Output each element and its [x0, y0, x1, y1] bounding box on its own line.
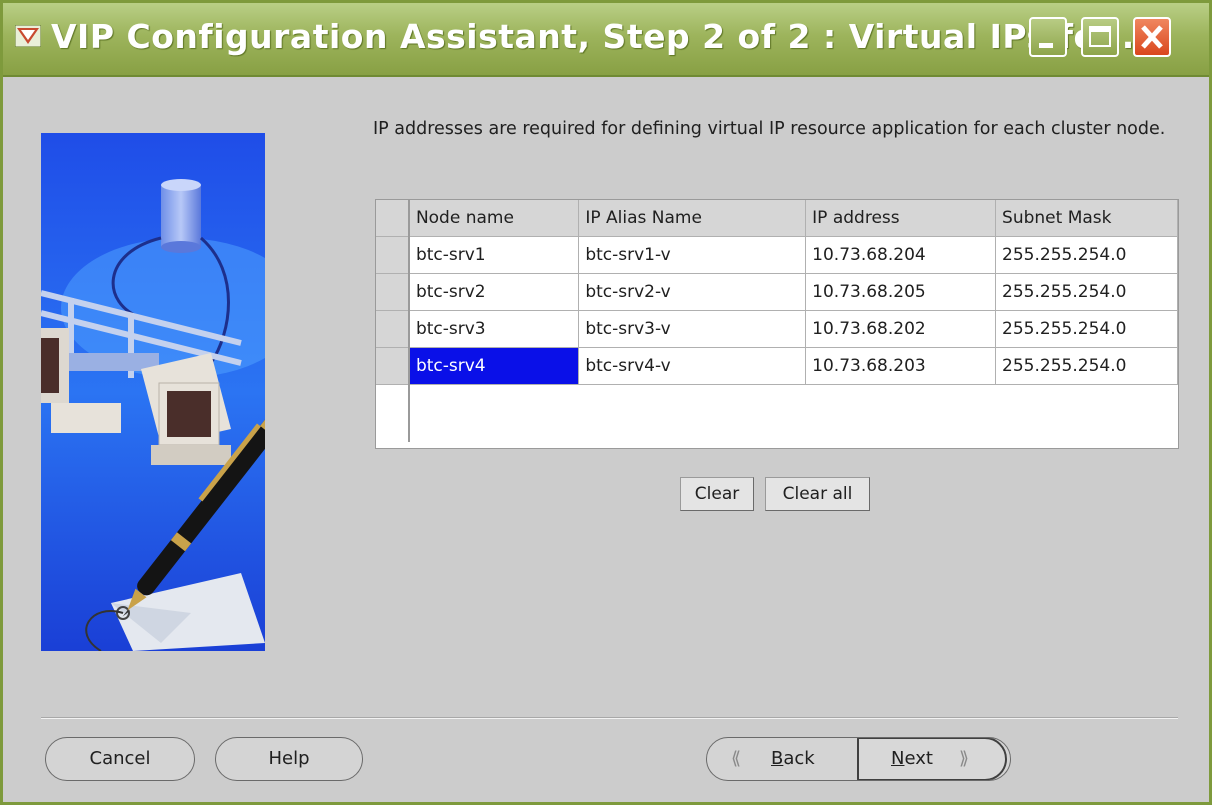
- node-name-cell[interactable]: btc-srv1: [408, 236, 580, 274]
- help-button[interactable]: Help: [215, 737, 363, 781]
- column-header-ip-address[interactable]: IP address: [805, 200, 997, 237]
- row-header[interactable]: [376, 347, 410, 385]
- column-header-node-name[interactable]: Node name: [408, 200, 580, 237]
- wizard-content: IP addresses are required for defining v…: [3, 77, 1209, 802]
- ip-address-cell[interactable]: 10.73.68.202: [805, 310, 997, 348]
- subnet-mask-cell[interactable]: 255.255.254.0: [995, 347, 1178, 385]
- column-header-subnet-mask[interactable]: Subnet Mask: [995, 200, 1178, 237]
- table-row[interactable]: btc-srv3 btc-srv3-v 10.73.68.202 255.255…: [376, 310, 1178, 348]
- empty-table-area: [376, 384, 1178, 442]
- ip-alias-cell[interactable]: btc-srv2-v: [578, 273, 807, 311]
- ip-alias-cell[interactable]: btc-srv4-v: [578, 347, 807, 385]
- clear-all-button[interactable]: Clear all: [765, 477, 870, 511]
- empty-cell: [408, 384, 1178, 442]
- window-title: VIP Configuration Assistant, Step 2 of 2…: [51, 17, 1148, 56]
- wizard-illustration: [41, 133, 265, 651]
- table-row[interactable]: btc-srv2 btc-srv2-v 10.73.68.205 255.255…: [376, 273, 1178, 311]
- ip-alias-cell[interactable]: btc-srv3-v: [578, 310, 807, 348]
- maximize-button[interactable]: [1081, 17, 1119, 57]
- table-header-row: Node name IP Alias Name IP address Subne…: [376, 200, 1178, 237]
- back-button[interactable]: ⟪ Back: [707, 738, 857, 780]
- next-mnemonic: N: [891, 748, 905, 769]
- cancel-button[interactable]: Cancel: [45, 737, 195, 781]
- vip-config-window: VIP Configuration Assistant, Step 2 of 2…: [0, 0, 1212, 805]
- back-mnemonic: B: [771, 748, 784, 769]
- vip-table-grid: Node name IP Alias Name IP address Subne…: [376, 200, 1178, 442]
- node-name-cell[interactable]: btc-srv2: [408, 273, 580, 311]
- node-name-cell[interactable]: btc-srv3: [408, 310, 580, 348]
- title-bar[interactable]: VIP Configuration Assistant, Step 2 of 2…: [3, 3, 1209, 77]
- footer-separator: [41, 717, 1178, 719]
- node-name-cell-selected[interactable]: btc-srv4: [408, 347, 580, 385]
- subnet-mask-cell[interactable]: 255.255.254.0: [995, 310, 1178, 348]
- vip-table[interactable]: Node name IP Alias Name IP address Subne…: [375, 199, 1179, 449]
- row-header[interactable]: [376, 310, 410, 348]
- ip-address-cell[interactable]: 10.73.68.204: [805, 236, 997, 274]
- column-header-ip-alias[interactable]: IP Alias Name: [578, 200, 807, 237]
- row-header-empty: [376, 384, 410, 442]
- back-button-label: Back: [771, 738, 815, 780]
- instruction-text: IP addresses are required for defining v…: [373, 119, 1166, 139]
- subnet-mask-cell[interactable]: 255.255.254.0: [995, 273, 1178, 311]
- subnet-mask-cell[interactable]: 255.255.254.0: [995, 236, 1178, 274]
- close-button[interactable]: [1133, 17, 1171, 57]
- row-header[interactable]: [376, 236, 410, 274]
- table-row[interactable]: btc-srv4 btc-srv4-v 10.73.68.203 255.255…: [376, 347, 1178, 385]
- table-row[interactable]: btc-srv1 btc-srv1-v 10.73.68.204 255.255…: [376, 236, 1178, 274]
- next-button-label: Next: [891, 739, 933, 779]
- app-icon: [15, 25, 41, 47]
- double-chevron-right-icon: ⟫: [959, 748, 970, 769]
- clear-button[interactable]: Clear: [680, 477, 754, 511]
- ip-alias-cell[interactable]: btc-srv1-v: [578, 236, 807, 274]
- next-label-rest: ext: [904, 748, 933, 769]
- corner-cell: [376, 200, 410, 237]
- row-header[interactable]: [376, 273, 410, 311]
- double-chevron-left-icon: ⟪: [731, 748, 742, 769]
- minimize-button[interactable]: [1029, 17, 1067, 57]
- back-label-rest: ack: [783, 748, 815, 769]
- minimize-icon: [1039, 43, 1053, 48]
- ip-address-cell[interactable]: 10.73.68.203: [805, 347, 997, 385]
- next-button[interactable]: Next ⟫: [857, 738, 1007, 780]
- close-icon: [1141, 25, 1163, 49]
- ip-address-cell[interactable]: 10.73.68.205: [805, 273, 997, 311]
- maximize-icon: [1089, 26, 1111, 47]
- navigation-buttons: ⟪ Back Next ⟫: [706, 737, 1011, 781]
